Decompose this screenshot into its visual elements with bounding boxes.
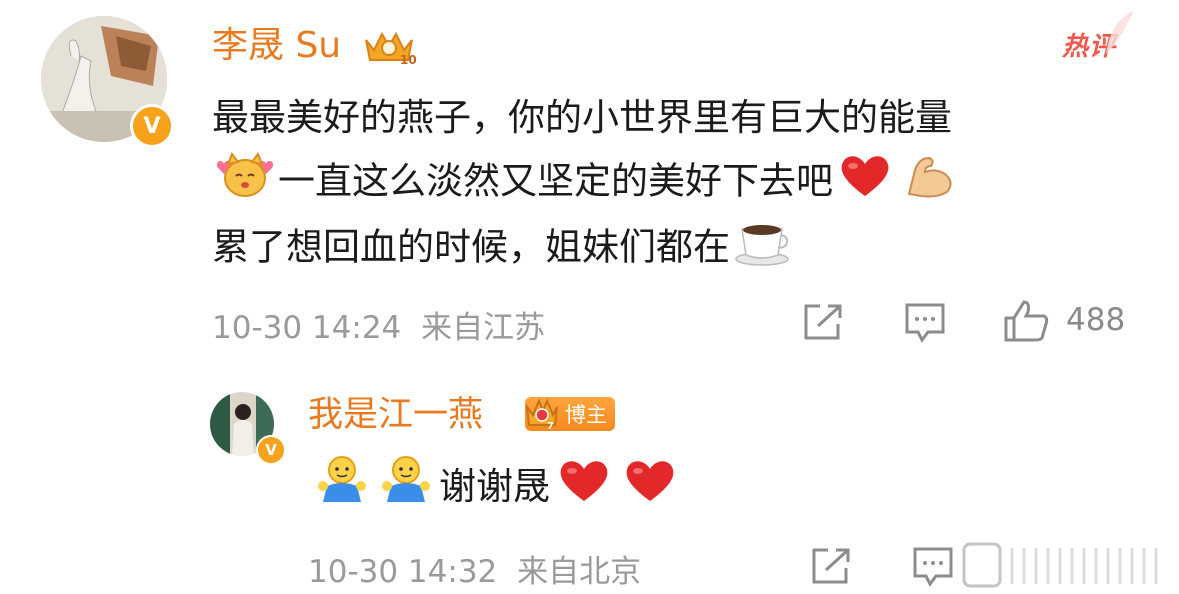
comment-line-2: 一直这么淡然又坚定的美好下去吧: [278, 159, 833, 203]
reply-comment-icon[interactable]: [912, 546, 954, 588]
svg-text:10: 10: [400, 53, 416, 66]
comment-time: 10-30 14:24: [212, 310, 402, 346]
comment-line-3-row: 累了想回血的时候，姐妹们都在: [212, 215, 792, 283]
comment-meta: 10-30 14:24 来自江苏: [212, 302, 545, 347]
reply-meta: 10-30 14:32 来自北京: [308, 546, 641, 591]
reply-share-icon[interactable]: [810, 546, 852, 586]
reply-text-row: 谢谢晟: [315, 454, 678, 522]
hug-emoji: [379, 454, 433, 522]
like-count: 488: [1066, 302, 1126, 338]
comment-location: 来自江苏: [421, 310, 546, 346]
comment-line-2-row: 一直这么淡然又坚定的美好下去吧: [212, 150, 957, 216]
heart-emoji: [556, 455, 612, 521]
heart-emoji: [622, 455, 678, 521]
crown-level-badge-icon: 10: [362, 26, 417, 70]
like-icon[interactable]: [1002, 298, 1050, 344]
replier-verified-badge-icon: V: [256, 435, 286, 465]
blush-emoji: [212, 150, 278, 216]
muscle-emoji: [901, 150, 957, 216]
hug-emoji: [315, 454, 369, 522]
heart-emoji: [837, 150, 893, 216]
watermark-icon: [962, 540, 1174, 592]
share-icon[interactable]: [802, 302, 844, 342]
reply-location: 来自北京: [517, 554, 642, 590]
reply-time: 10-30 14:32: [308, 554, 498, 590]
commenter-name[interactable]: 李晟 Su: [212, 24, 341, 68]
verified-badge-icon: V: [130, 104, 174, 148]
comment-icon[interactable]: [904, 302, 946, 344]
comment-line-1: 最最美好的燕子，你的小世界里有巨大的能量: [212, 96, 952, 139]
blogger-badge-label: 博主: [565, 403, 607, 427]
reply-text: 谢谢晟: [439, 464, 550, 508]
coffee-emoji: [734, 215, 792, 283]
feather-decoration-icon: [1100, 8, 1138, 64]
replier-name[interactable]: 我是江一燕: [308, 393, 483, 437]
comment-line-3: 累了想回血的时候，姐妹们都在: [212, 225, 730, 269]
blogger-badge: 7 博主: [525, 397, 615, 431]
svg-text:7: 7: [547, 421, 554, 431]
crown-icon: 7: [525, 398, 558, 431]
